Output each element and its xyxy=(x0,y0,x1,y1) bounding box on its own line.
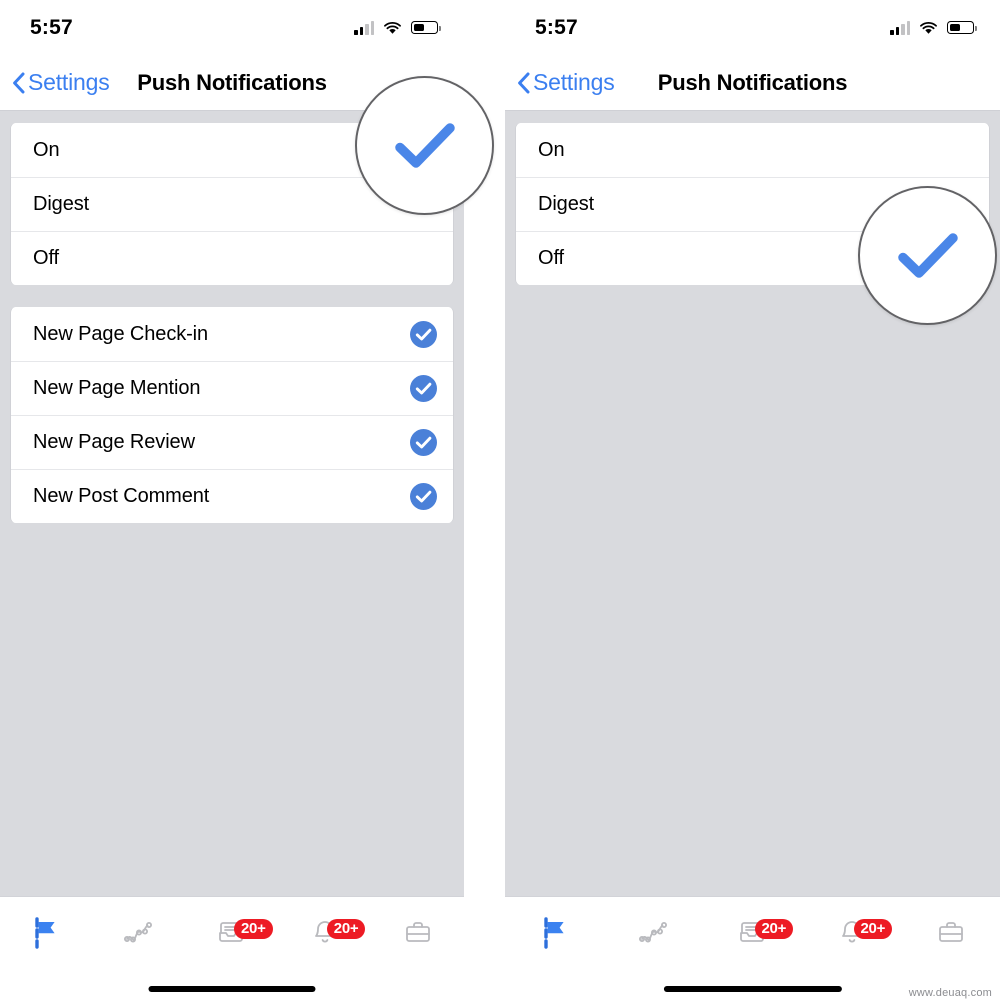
check-circle-icon[interactable] xyxy=(410,482,437,510)
phone-screenshot-right: 5:57 Settings Push Notifications On Dige… xyxy=(505,0,1000,1005)
notification-type-row[interactable]: New Page Review xyxy=(11,415,453,469)
insights-icon xyxy=(634,913,674,953)
notifications-badge: 20+ xyxy=(326,919,366,940)
home-indicator xyxy=(148,986,316,992)
notifications-badge: 20+ xyxy=(853,919,893,940)
back-label: Settings xyxy=(533,69,615,95)
navigation-bar: Settings Push Notifications xyxy=(505,55,1000,111)
magnifier-callout-off-selected xyxy=(858,186,997,325)
frequency-option-off[interactable]: Off xyxy=(11,231,453,285)
notification-type-row[interactable]: New Page Mention xyxy=(11,361,453,415)
row-label: Off xyxy=(33,246,60,269)
settings-content: On Digest Off New Page Check-in New Page… xyxy=(0,123,464,908)
battery-icon xyxy=(411,21,441,34)
wifi-icon xyxy=(919,21,938,35)
briefcase-icon xyxy=(931,913,971,953)
tab-bar: 20+ 20+ xyxy=(0,896,464,1005)
row-label: New Page Review xyxy=(33,430,195,453)
check-circle-icon[interactable] xyxy=(410,374,437,402)
frequency-option-on[interactable]: On xyxy=(516,123,989,177)
tab-business[interactable] xyxy=(901,913,1000,953)
tab-insights[interactable] xyxy=(93,913,186,953)
back-to-settings-button[interactable]: Settings xyxy=(12,69,110,96)
tab-notifications[interactable]: 20+ xyxy=(802,913,901,953)
tab-pages[interactable] xyxy=(505,913,604,953)
tab-notifications[interactable]: 20+ xyxy=(278,913,371,953)
notification-type-row[interactable]: New Page Check-in xyxy=(11,307,453,361)
cellular-signal-icon xyxy=(890,20,910,35)
status-icons xyxy=(890,20,977,35)
site-watermark: www.deuaq.com xyxy=(908,987,992,999)
check-circle-icon[interactable] xyxy=(410,428,437,456)
row-label: On xyxy=(538,138,565,161)
cellular-signal-icon xyxy=(354,20,374,35)
row-label: New Page Check-in xyxy=(33,322,209,345)
status-bar: 5:57 xyxy=(505,0,1000,55)
screenshot-stage: 5:57 Settings Push Notifications On Dige… xyxy=(0,0,1000,1005)
row-label: New Page Mention xyxy=(33,376,201,399)
battery-icon xyxy=(947,21,977,34)
checkmark-icon xyxy=(897,232,959,280)
status-bar: 5:57 xyxy=(0,0,464,55)
status-icons xyxy=(354,20,441,35)
inbox-badge: 20+ xyxy=(754,919,794,940)
tab-pages[interactable] xyxy=(0,913,93,953)
check-circle-icon[interactable] xyxy=(410,320,437,348)
briefcase-icon xyxy=(398,913,438,953)
tab-insights[interactable] xyxy=(604,913,703,953)
flag-icon xyxy=(535,913,575,953)
insights-icon xyxy=(119,913,159,953)
back-label: Settings xyxy=(28,69,110,95)
magnifier-callout-on-selected xyxy=(355,76,494,215)
back-to-settings-button[interactable]: Settings xyxy=(517,69,615,96)
chevron-left-icon xyxy=(517,72,530,94)
tab-inbox[interactable]: 20+ xyxy=(186,913,279,953)
chevron-left-icon xyxy=(12,72,25,94)
tab-inbox[interactable]: 20+ xyxy=(703,913,802,953)
notification-types-group: New Page Check-in New Page Mention New P… xyxy=(10,307,454,523)
status-clock: 5:57 xyxy=(30,15,73,39)
status-clock: 5:57 xyxy=(535,15,578,39)
notification-type-row[interactable]: New Post Comment xyxy=(11,469,453,523)
tab-business[interactable] xyxy=(371,913,464,953)
checkmark-icon xyxy=(394,122,456,170)
flag-icon xyxy=(26,913,66,953)
inbox-badge: 20+ xyxy=(233,919,273,940)
home-indicator xyxy=(663,986,842,992)
row-label: New Post Comment xyxy=(33,484,210,507)
wifi-icon xyxy=(383,21,402,35)
